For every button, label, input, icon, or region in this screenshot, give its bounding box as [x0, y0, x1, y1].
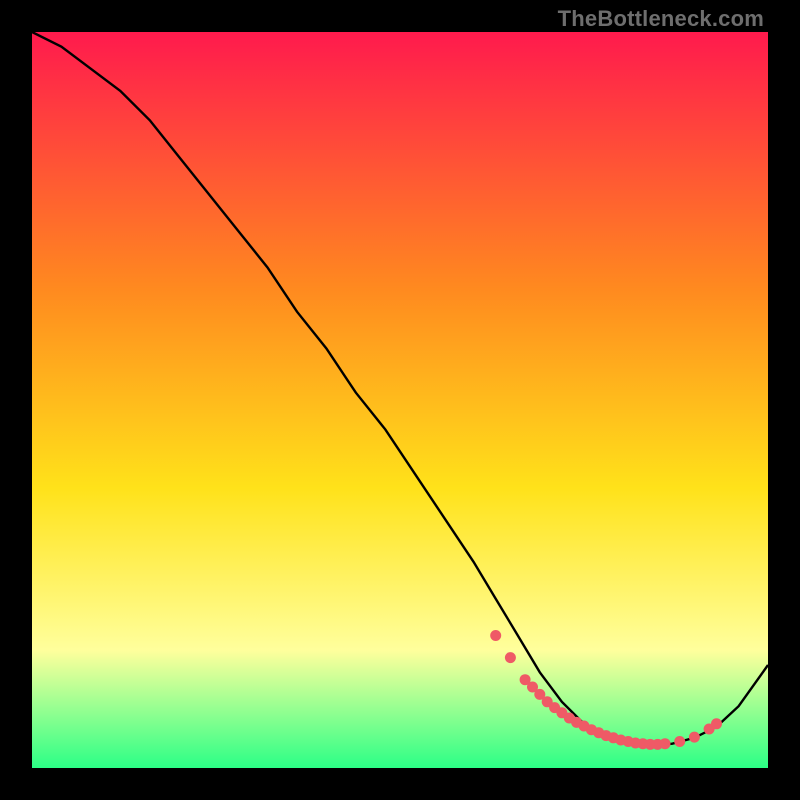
- chart-svg: [32, 32, 768, 768]
- scatter-point: [505, 652, 516, 663]
- scatter-point: [689, 732, 700, 743]
- scatter-point: [490, 630, 501, 641]
- chart-background-gradient: [32, 32, 768, 768]
- watermark-text: TheBottleneck.com: [558, 6, 764, 32]
- scatter-point: [674, 736, 685, 747]
- scatter-point: [660, 738, 671, 749]
- chart-plot-area: [32, 32, 768, 768]
- scatter-point: [711, 718, 722, 729]
